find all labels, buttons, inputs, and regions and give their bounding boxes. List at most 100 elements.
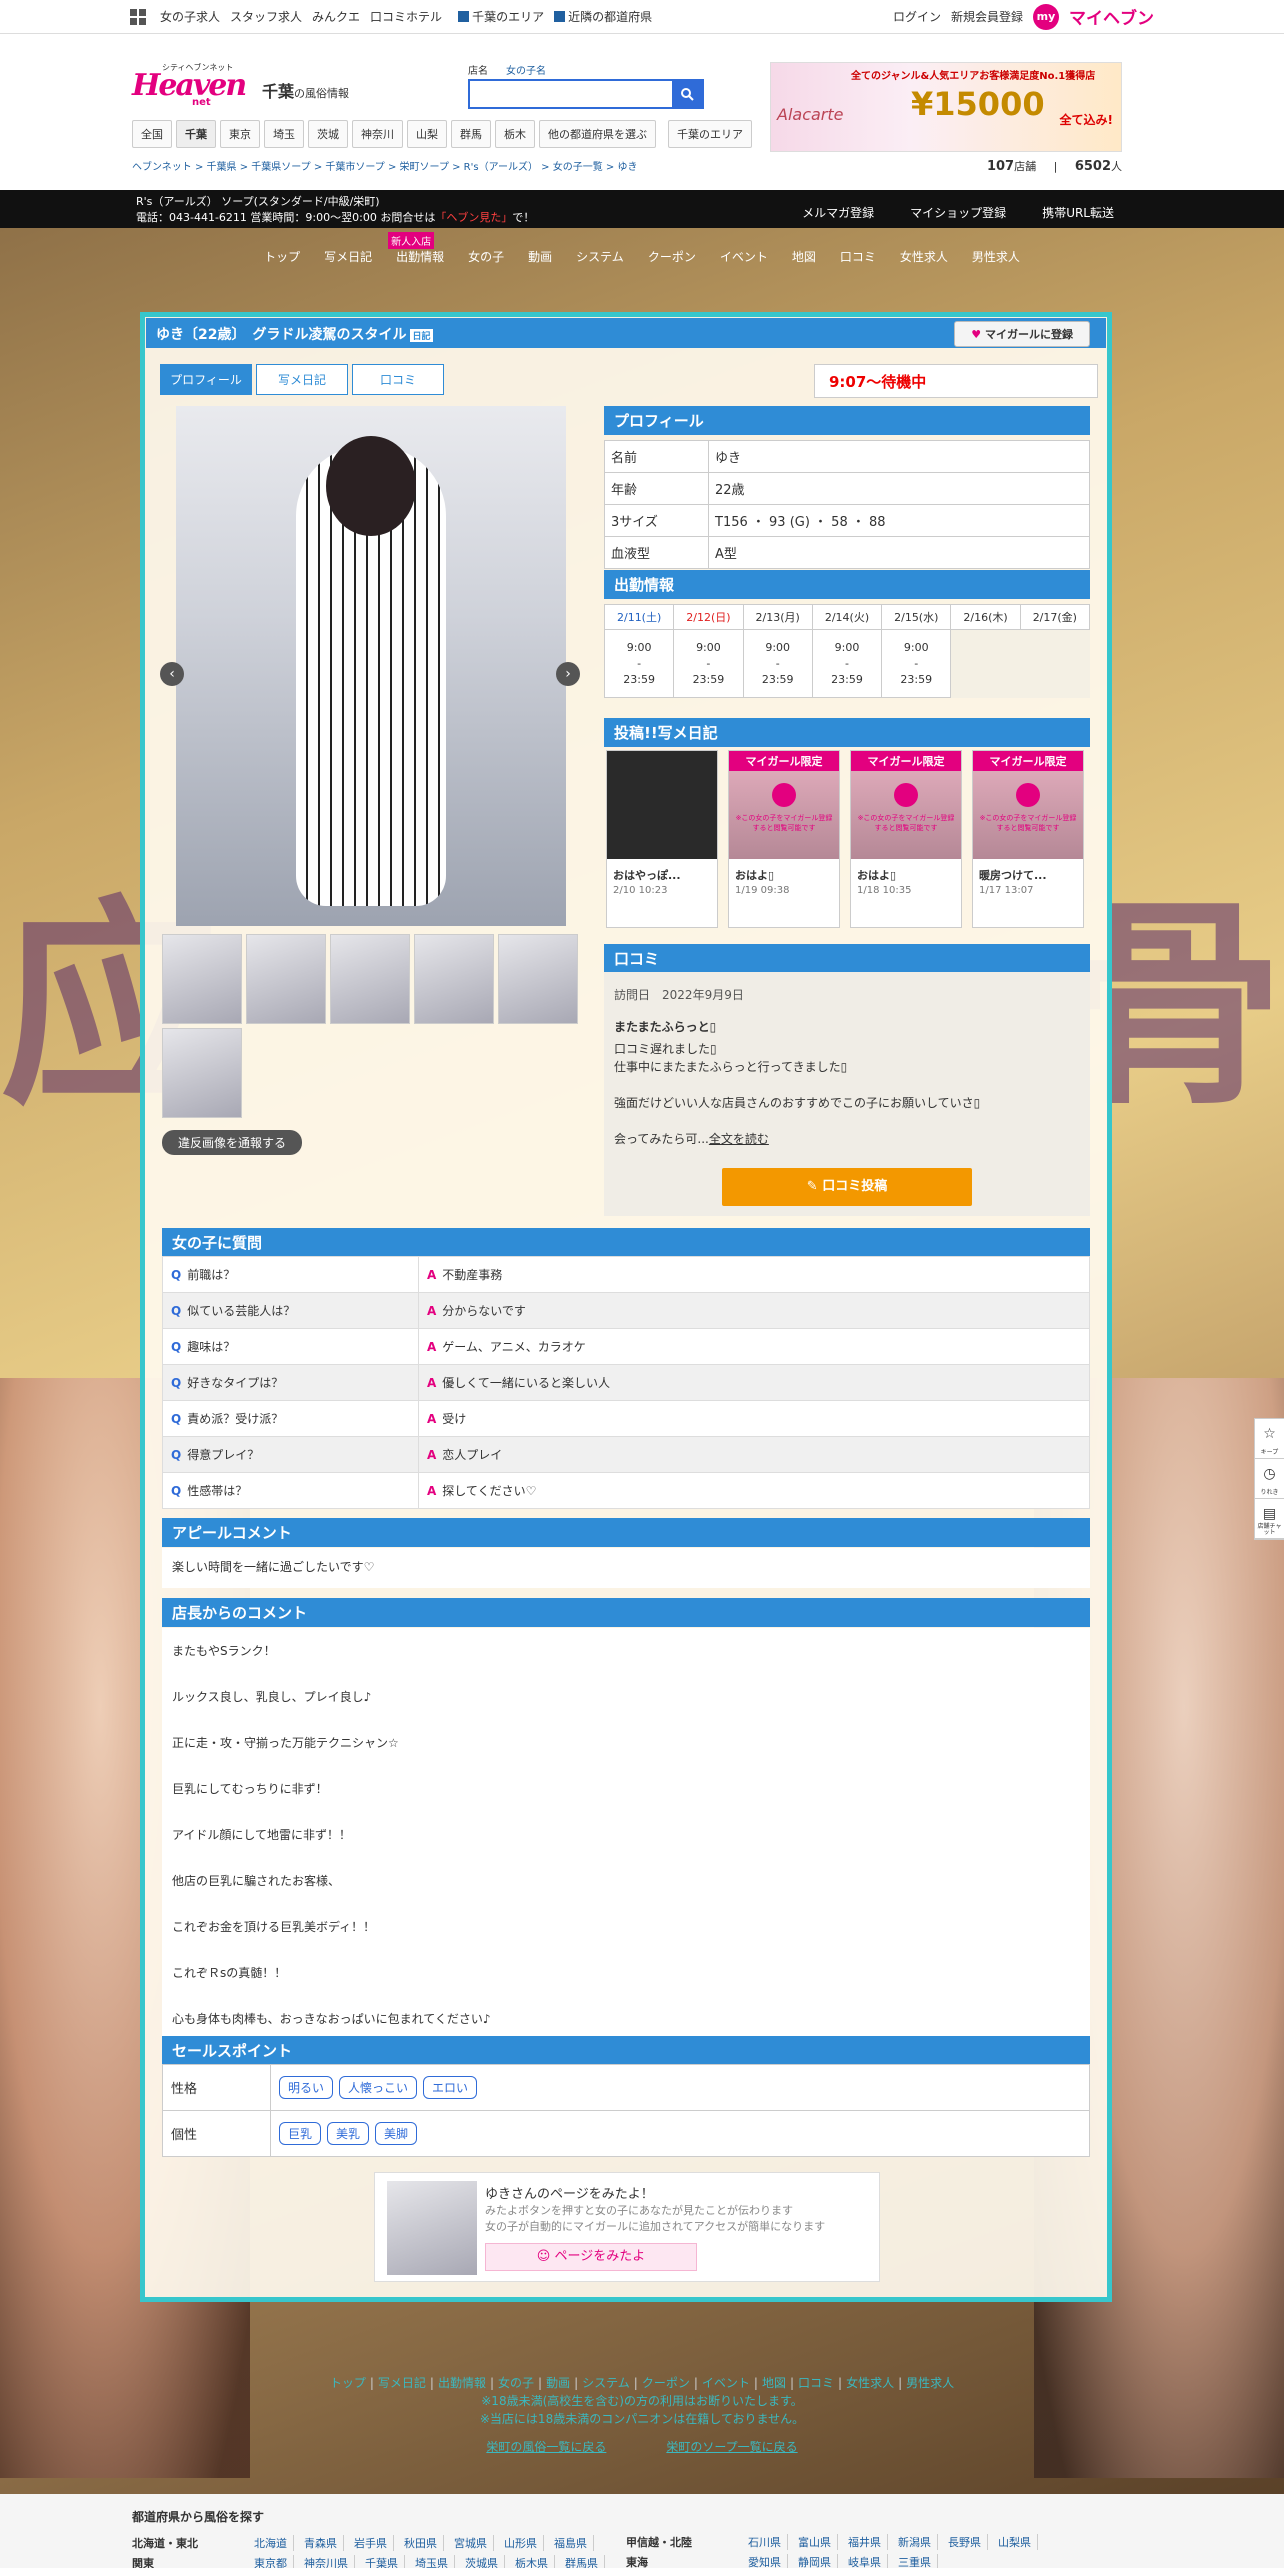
top-link-near[interactable]: 近隣の都道府県 xyxy=(568,10,652,24)
area-tab[interactable]: 東京 xyxy=(220,120,260,148)
area-tab[interactable]: 茨城 xyxy=(308,120,348,148)
pref-link[interactable]: 山形県 xyxy=(504,2535,544,2551)
footer-link[interactable]: 男性求人 xyxy=(906,2376,954,2390)
search-tab-girl[interactable]: 女の子名 xyxy=(506,62,546,77)
area-tab[interactable]: 群馬 xyxy=(451,120,491,148)
pref-link[interactable]: 新潟県 xyxy=(898,2534,938,2550)
footer-link[interactable]: システム xyxy=(582,2376,630,2390)
mailmag-link[interactable]: メルマガ登録 xyxy=(802,204,874,221)
myshop-link[interactable]: マイショップ登録 xyxy=(910,204,1006,221)
tag[interactable]: 美脚 xyxy=(375,2122,418,2145)
mitayo-button[interactable]: ☺ ページをみたよ xyxy=(485,2243,697,2271)
pref-link[interactable]: 神奈川県 xyxy=(304,2555,355,2568)
pref-link[interactable]: 長野県 xyxy=(948,2534,988,2550)
top-link-minkue[interactable]: みんクエ xyxy=(312,8,360,25)
diary-card-locked[interactable]: マイガール限定 ※この女の子をマイガール登録すると閲覧可能です 暖房つけて... 1… xyxy=(972,750,1084,928)
top-link-staff-jobs[interactable]: スタッフ求人 xyxy=(230,8,302,25)
thumbnail[interactable] xyxy=(162,934,242,1024)
myheaven-link[interactable]: マイヘブン xyxy=(1069,4,1154,29)
report-image-button[interactable]: 違反画像を通報する xyxy=(162,1130,303,1155)
register-link[interactable]: 新規会員登録 xyxy=(951,8,1023,25)
shop-nav-coupon[interactable]: クーポン xyxy=(636,242,708,271)
footer-link[interactable]: イベント xyxy=(702,2376,750,2390)
top-link-girl-jobs[interactable]: 女の子求人 xyxy=(160,8,220,25)
footer-link[interactable]: 出勤情報 xyxy=(438,2376,486,2390)
footer-link[interactable]: クーポン xyxy=(642,2376,690,2390)
pref-link[interactable]: 東京都 xyxy=(254,2555,294,2568)
myheaven-badge-icon[interactable]: my xyxy=(1033,3,1059,30)
pref-link[interactable]: 富山県 xyxy=(798,2534,838,2550)
area-tab-active[interactable]: 千葉 xyxy=(176,120,216,148)
thumbnail[interactable] xyxy=(162,1028,242,1118)
diary-card-locked[interactable]: マイガール限定 ※この女の子をマイガール登録すると閲覧可能です おはよ▯ 1/18 … xyxy=(850,750,962,928)
pref-link[interactable]: 福井県 xyxy=(848,2534,888,2550)
shop-nav-male-jobs[interactable]: 男性求人 xyxy=(960,242,1032,271)
footer-link[interactable]: 女性求人 xyxy=(846,2376,894,2390)
post-review-button[interactable]: ✎ 口コミ投稿 xyxy=(722,1168,972,1206)
tag[interactable]: エロい xyxy=(423,2076,478,2099)
pref-link[interactable]: 埼玉県 xyxy=(415,2555,455,2568)
breadcrumb[interactable]: ヘブンネット > 千葉県 > 千葉県ソープ > 千葉市ソープ > 栄町ソープ >… xyxy=(132,158,832,173)
back-to-soap-list-link[interactable]: 栄町のソープ一覧に戻る xyxy=(666,2438,797,2456)
history-icon[interactable]: ◷ りれき xyxy=(1255,1459,1284,1499)
tab-profile[interactable]: プロフィール xyxy=(160,364,252,395)
area-tab[interactable]: 山梨 xyxy=(407,120,447,148)
area-tab-chiba-areas[interactable]: 千葉のエリア xyxy=(668,120,752,148)
back-to-fuzoku-list-link[interactable]: 栄町の風俗一覧に戻る xyxy=(486,2438,606,2456)
login-link[interactable]: ログイン xyxy=(893,8,941,25)
thumbnail[interactable] xyxy=(498,934,578,1024)
pref-link[interactable]: 岐阜県 xyxy=(848,2554,888,2568)
shop-nav-top[interactable]: トップ xyxy=(252,242,312,271)
chat-icon[interactable]: ▤ 店舗チャット xyxy=(1255,1499,1284,1539)
shop-nav-diary[interactable]: 写メ日記 xyxy=(312,242,384,271)
grid-menu-icon[interactable] xyxy=(130,8,146,25)
area-tab[interactable]: 埼玉 xyxy=(264,120,304,148)
footer-link[interactable]: 女の子 xyxy=(498,2376,534,2390)
area-tab[interactable]: 全国 xyxy=(132,120,172,148)
pref-link[interactable]: 宮城県 xyxy=(454,2535,494,2551)
footer-link[interactable]: 写メ日記 xyxy=(378,2376,426,2390)
diary-card-locked[interactable]: マイガール限定 ※この女の子をマイガール登録すると閲覧可能です おはよ▯ 1/19 … xyxy=(728,750,840,928)
chevron-right-icon[interactable]: › xyxy=(556,662,580,686)
footer-link[interactable]: 口コミ xyxy=(798,2376,834,2390)
thumbnail[interactable] xyxy=(330,934,410,1024)
pref-link[interactable]: 栃木県 xyxy=(515,2555,555,2568)
pref-link[interactable]: 群馬県 xyxy=(565,2555,605,2568)
shop-nav-event[interactable]: イベント xyxy=(708,242,780,271)
site-logo[interactable]: シティヘブンネット Heaven net xyxy=(132,62,262,114)
pref-link[interactable]: 愛知県 xyxy=(748,2554,788,2568)
tag[interactable]: 人懐っこい xyxy=(339,2076,418,2099)
search-button[interactable] xyxy=(672,81,702,107)
pref-link[interactable]: 石川県 xyxy=(748,2534,788,2550)
pref-link[interactable]: 青森県 xyxy=(304,2535,344,2551)
main-photo[interactable] xyxy=(176,406,566,926)
chevron-left-icon[interactable]: ‹ xyxy=(160,662,184,686)
footer-link[interactable]: 地図 xyxy=(762,2376,786,2390)
tab-reviews[interactable]: 口コミ xyxy=(352,364,444,395)
mygirl-register-button[interactable]: ♥ マイガールに登録 xyxy=(954,321,1090,347)
shop-nav-video[interactable]: 動画 xyxy=(516,242,564,271)
tag[interactable]: 明るい xyxy=(279,2076,334,2099)
thumbnail[interactable] xyxy=(414,934,494,1024)
thumbnail[interactable] xyxy=(246,934,326,1024)
mobile-url-link[interactable]: 携帯URL転送 xyxy=(1042,204,1114,221)
top-link-hotel-reviews[interactable]: 口コミホテル xyxy=(370,8,442,25)
shop-nav-schedule[interactable]: 新人入店 出勤情報 xyxy=(384,232,456,271)
shop-nav-reviews[interactable]: 口コミ xyxy=(828,242,888,271)
tab-diary[interactable]: 写メ日記 xyxy=(256,364,348,395)
pref-link[interactable]: 福島県 xyxy=(554,2535,594,2551)
ad-banner[interactable]: 全てのジャンル&人気エリアお客様満足度No.1獲得店 Alacarte ¥150… xyxy=(770,62,1122,152)
pref-link[interactable]: 千葉県 xyxy=(365,2555,405,2568)
area-tab[interactable]: 神奈川 xyxy=(352,120,403,148)
pref-link[interactable]: 静岡県 xyxy=(798,2554,838,2568)
footer-link[interactable]: 動画 xyxy=(546,2376,570,2390)
area-tab-other[interactable]: 他の都道府県を選ぶ xyxy=(539,120,656,148)
area-tab[interactable]: 栃木 xyxy=(495,120,535,148)
shop-nav-map[interactable]: 地図 xyxy=(780,242,828,271)
shop-nav-female-jobs[interactable]: 女性求人 xyxy=(888,242,960,271)
search-input[interactable] xyxy=(470,81,672,107)
pref-link[interactable]: 岩手県 xyxy=(354,2535,394,2551)
tag[interactable]: 美乳 xyxy=(327,2122,370,2145)
footer-link[interactable]: トップ xyxy=(330,2376,366,2390)
search-tab-shop[interactable]: 店名 xyxy=(468,62,488,77)
